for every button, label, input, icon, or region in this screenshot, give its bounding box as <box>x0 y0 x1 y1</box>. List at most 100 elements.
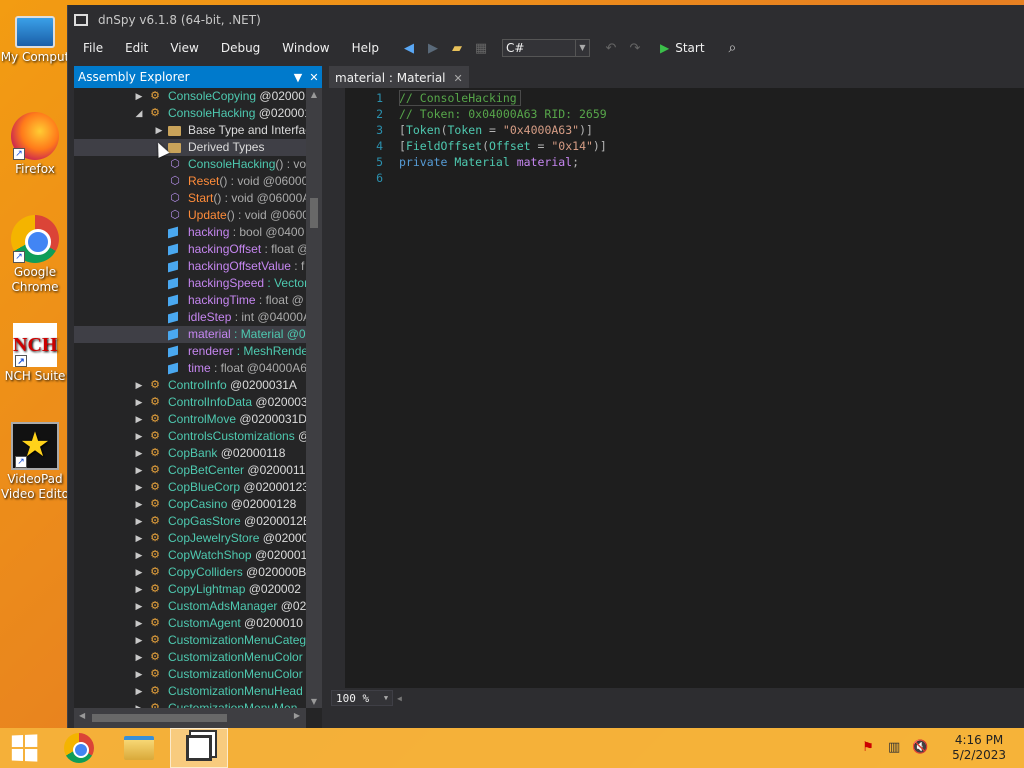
expand-arrow-icon[interactable]: ▶ <box>154 122 164 139</box>
tree-node[interactable]: ◢ ⚙ ConsoleHacking @020001 <box>74 105 306 122</box>
tree-node[interactable]: ▶ ⚙ CopBank @02000118 <box>74 445 306 462</box>
tree-node[interactable]: ▶ ⚙ CustomizationMenuMen <box>74 700 306 708</box>
tree-node[interactable]: ▶ ⚙ CustomizationMenuCateg <box>74 632 306 649</box>
expand-arrow-icon[interactable]: ▶ <box>134 479 144 496</box>
expand-arrow-icon[interactable]: ▶ <box>134 649 144 666</box>
tree-node[interactable]: ▶ ⚙ ControlInfo @0200031A <box>74 377 306 394</box>
dropdown-arrow-icon[interactable]: ▼ <box>290 71 306 84</box>
close-icon[interactable]: ✕ <box>454 72 463 85</box>
back-arrow-icon[interactable]: ◀ <box>400 39 418 57</box>
network-icon[interactable]: ▥ <box>886 740 902 756</box>
forward-arrow-icon[interactable]: ▶ <box>424 39 442 57</box>
desktop-icon-my-computer[interactable]: My Comput <box>0 8 70 65</box>
tree-node[interactable]: hackingOffset : float @ <box>74 241 306 258</box>
taskbar-file-explorer[interactable] <box>110 728 168 768</box>
zoom-select[interactable]: 100 % ▼ <box>331 690 393 706</box>
menu-window[interactable]: Window <box>271 35 340 61</box>
menu-edit[interactable]: Edit <box>114 35 159 61</box>
desktop-icon-firefox[interactable]: ↗ Firefox <box>0 112 70 177</box>
tab-material[interactable]: material : Material ✕ <box>329 66 469 88</box>
start-button[interactable] <box>0 728 48 768</box>
expand-arrow-icon[interactable]: ▶ <box>134 462 144 479</box>
tree-node[interactable]: ⬡ Update() : void @0600 <box>74 207 306 224</box>
tree-node[interactable]: idleStep : int @04000A <box>74 309 306 326</box>
tree-node[interactable]: ▶ ⚙ ConsoleCopying @020001 <box>74 88 306 105</box>
horizontal-scrollbar[interactable]: ◀ ▶ <box>74 708 306 728</box>
open-folder-icon[interactable]: ▰ <box>448 39 466 57</box>
tree-node[interactable]: ▶ ⚙ ControlInfoData @020003 <box>74 394 306 411</box>
tree-node[interactable]: ▶ ⚙ CustomAdsManager @02 <box>74 598 306 615</box>
expand-arrow-icon[interactable]: ▶ <box>134 394 144 411</box>
undo-icon[interactable]: ↶ <box>602 39 620 57</box>
collapse-arrow-icon[interactable]: ◢ <box>134 105 144 122</box>
clock[interactable]: 4:16 PM 5/2/2023 <box>952 733 1006 763</box>
expand-arrow-icon[interactable]: ▶ <box>134 377 144 394</box>
scroll-up-icon[interactable]: ▲ <box>306 90 322 99</box>
redo-icon[interactable]: ↷ <box>626 39 644 57</box>
tree-node[interactable]: ▶ ⚙ CopWatchShop @020001 <box>74 547 306 564</box>
expand-arrow-icon[interactable]: ▶ <box>134 615 144 632</box>
expand-arrow-icon[interactable]: ▶ <box>134 411 144 428</box>
tree-node[interactable]: ▶ ⚙ CustomAgent @0200010 <box>74 615 306 632</box>
scroll-thumb[interactable] <box>310 198 318 228</box>
close-icon[interactable]: ✕ <box>306 71 322 84</box>
tree-node[interactable]: renderer : MeshRende <box>74 343 306 360</box>
tree-node[interactable]: ▶ ⚙ CopyLightmap @020002 <box>74 581 306 598</box>
taskbar-chrome[interactable] <box>50 728 108 768</box>
scroll-thumb[interactable] <box>92 714 227 722</box>
vertical-scrollbar[interactable]: ▲ ▼ <box>306 88 322 708</box>
expand-arrow-icon[interactable]: ▶ <box>134 547 144 564</box>
tree-node[interactable]: ▶ ⚙ ControlMove @0200031D <box>74 411 306 428</box>
scroll-down-icon[interactable]: ▼ <box>306 697 322 706</box>
tree-node[interactable]: hackingOffsetValue : f <box>74 258 306 275</box>
title-bar[interactable]: dnSpy v6.1.8 (64-bit, .NET) <box>68 5 1024 35</box>
tree-node[interactable]: ▶ ⚙ ControlsCustomizations @ <box>74 428 306 445</box>
expand-arrow-icon[interactable]: ▶ <box>134 530 144 547</box>
tree-node[interactable]: ▶ Base Type and Interfac <box>74 122 306 139</box>
code-editor[interactable]: 1// ConsoleHacking 2// Token: 0x04000A63 … <box>329 88 1024 708</box>
tree-node[interactable]: ▶ ⚙ CustomizationMenuHead <box>74 683 306 700</box>
tree-node[interactable]: ▶ ⚙ CopCasino @02000128 <box>74 496 306 513</box>
tree-node[interactable]: material : Material @0 <box>74 326 306 343</box>
start-button[interactable]: ▶ Start <box>660 41 705 55</box>
tree-node[interactable]: ▶ ⚙ CopBetCenter @0200011E <box>74 462 306 479</box>
menu-help[interactable]: Help <box>341 35 390 61</box>
expand-arrow-icon[interactable]: ▶ <box>134 513 144 530</box>
expand-arrow-icon[interactable]: ▶ <box>134 632 144 649</box>
expand-arrow-icon[interactable]: ▶ <box>134 428 144 445</box>
scroll-left-icon[interactable]: ◀ <box>79 711 85 720</box>
expand-arrow-icon[interactable]: ▶ <box>134 496 144 513</box>
volume-muted-icon[interactable]: 🔇 <box>912 740 928 756</box>
expand-arrow-icon[interactable]: ▶ <box>134 581 144 598</box>
menu-view[interactable]: View <box>159 35 209 61</box>
tree-node[interactable]: ⬡ Reset() : void @06000A <box>74 173 306 190</box>
action-center-flag-icon[interactable]: ⚑ <box>860 740 876 756</box>
open-list-icon[interactable]: ▦ <box>472 39 490 57</box>
menu-debug[interactable]: Debug <box>210 35 271 61</box>
tree-node[interactable]: ▶ ⚙ CopyColliders @020000B2 <box>74 564 306 581</box>
tree-node[interactable]: ▶ ⚙ CustomizationMenuColor <box>74 649 306 666</box>
expand-arrow-icon[interactable]: ▶ <box>134 564 144 581</box>
taskbar-dnspy[interactable] <box>170 728 228 768</box>
desktop-icon-nch-suite[interactable]: NCH ↗ NCH Suite <box>0 323 70 384</box>
tree-node[interactable]: ▶ ⚙ CustomizationMenuColor <box>74 666 306 683</box>
scroll-left-icon[interactable]: ◀ <box>397 694 402 703</box>
tree-node[interactable]: ⬡ Start() : void @06000A <box>74 190 306 207</box>
scroll-right-icon[interactable]: ▶ <box>294 711 300 720</box>
desktop-icon-chrome[interactable]: ↗ Google Chrome <box>0 215 70 295</box>
expand-arrow-icon[interactable]: ▶ <box>134 445 144 462</box>
desktop-icon-videopad[interactable]: ★ ↗ VideoPad Video Edito <box>0 422 70 502</box>
tree-node[interactable]: ▶ ⚙ CopJewelryStore @020001 <box>74 530 306 547</box>
expand-arrow-icon[interactable]: ▶ <box>134 88 144 105</box>
expand-arrow-icon[interactable]: ▶ <box>134 683 144 700</box>
menu-file[interactable]: File <box>72 35 114 61</box>
expand-arrow-icon[interactable]: ▶ <box>134 666 144 683</box>
tree-node[interactable]: Derived Types <box>74 139 306 156</box>
search-icon[interactable]: ⌕ <box>729 40 737 56</box>
tree-node[interactable]: ▶ ⚙ CopGasStore @0200012E <box>74 513 306 530</box>
tree-node[interactable]: hackingSpeed : Vector <box>74 275 306 292</box>
expand-arrow-icon[interactable]: ▶ <box>134 700 144 708</box>
tree-node[interactable]: hacking : bool @0400 <box>74 224 306 241</box>
tree-node[interactable]: time : float @04000A6 <box>74 360 306 377</box>
tree-node[interactable]: ▶ ⚙ CopBlueCorp @02000123 <box>74 479 306 496</box>
